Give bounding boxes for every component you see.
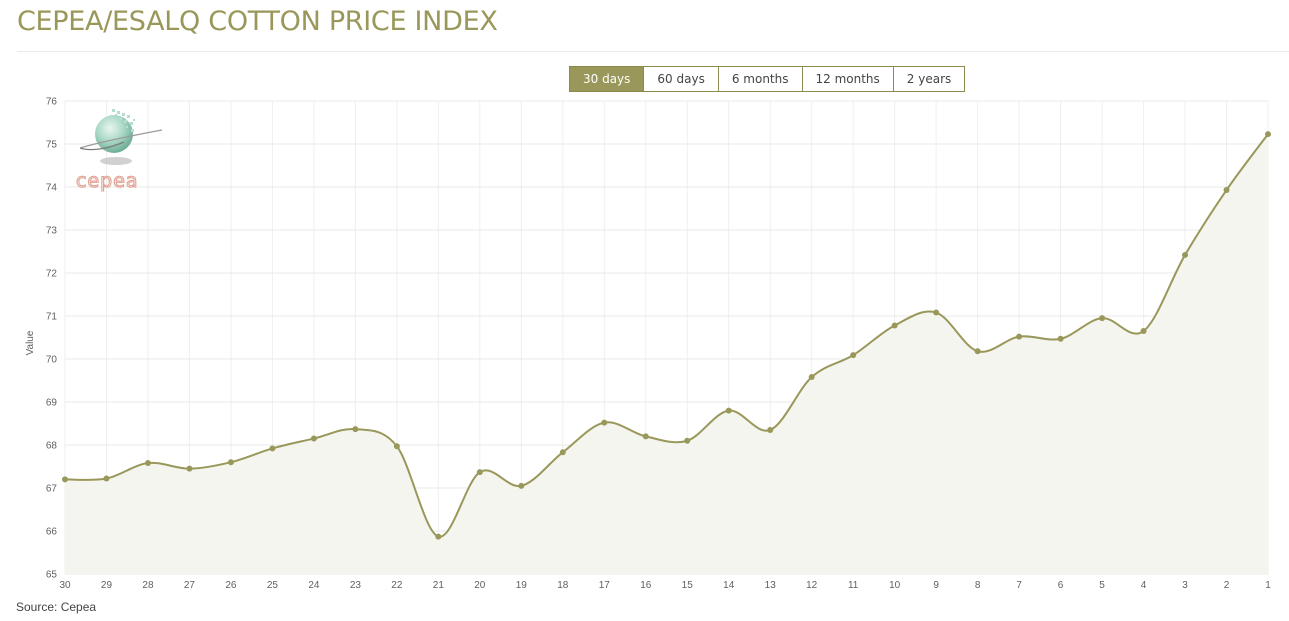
logo-text: cepea [76, 170, 139, 192]
data-point[interactable] [310, 435, 317, 442]
y-tick-label: 72 [46, 269, 58, 280]
data-point[interactable] [850, 352, 857, 359]
x-tick-label: 6 [1058, 580, 1064, 591]
y-tick-label: 65 [46, 570, 58, 581]
data-point[interactable] [1140, 328, 1147, 335]
y-tick-label: 66 [46, 527, 58, 538]
x-tick-label: 18 [557, 580, 569, 591]
y-tick-label: 67 [46, 484, 58, 495]
data-point[interactable] [601, 419, 608, 426]
data-point[interactable] [1223, 187, 1230, 194]
data-point[interactable] [808, 374, 815, 381]
x-tick-label: 29 [101, 580, 113, 591]
data-point[interactable] [393, 443, 400, 450]
globe-shadow [100, 157, 132, 165]
x-tick-label: 16 [640, 580, 652, 591]
x-tick-label: 25 [267, 580, 279, 591]
data-point[interactable] [518, 482, 525, 489]
tab-30-days[interactable]: 30 days [570, 67, 644, 91]
tab-60-days[interactable]: 60 days [643, 67, 718, 91]
tab-6-months[interactable]: 6 months [717, 67, 802, 91]
x-tick-label: 19 [516, 580, 528, 591]
tab-2-years[interactable]: 2 years [892, 67, 965, 91]
x-tick-label: 20 [474, 580, 486, 591]
data-point[interactable] [352, 426, 359, 433]
data-point[interactable] [891, 322, 898, 329]
data-point[interactable] [227, 459, 234, 466]
y-tick-label: 70 [46, 355, 58, 366]
cepea-logo: cepea [75, 109, 163, 193]
globe-icon [95, 115, 133, 153]
x-tick-label: 3 [1182, 580, 1188, 591]
price-chart: cepea 65 66 67 68 69 70 71 72 73 74 75 76 30 29 28 27 2… [0, 92, 1289, 596]
data-point[interactable] [435, 533, 442, 540]
data-point[interactable] [186, 465, 193, 472]
data-point[interactable] [559, 449, 566, 456]
data-point[interactable] [684, 437, 691, 444]
x-tick-label: 1 [1265, 580, 1271, 591]
x-tick-label: 26 [225, 580, 237, 591]
data-point[interactable] [62, 476, 68, 483]
x-tick-label: 27 [184, 580, 196, 591]
x-tick-label: 12 [806, 580, 818, 591]
x-tick-label: 5 [1099, 580, 1105, 591]
data-point[interactable] [725, 407, 732, 414]
y-tick-label: 76 [46, 97, 58, 108]
data-point[interactable] [1057, 335, 1064, 342]
y-axis: 65 66 67 68 69 70 71 72 73 74 75 76 [46, 97, 58, 581]
x-tick-label: 22 [391, 580, 403, 591]
y-tick-label: 74 [46, 183, 58, 194]
page-title: CEPEA/ESALQ COTTON PRICE INDEX [17, 6, 498, 37]
y-axis-label: Value [25, 330, 36, 355]
data-point[interactable] [144, 460, 151, 467]
x-tick-label: 7 [1016, 580, 1022, 591]
x-tick-label: 15 [682, 580, 694, 591]
tab-12-months[interactable]: 12 months [801, 67, 893, 91]
data-point[interactable] [269, 445, 276, 452]
x-tick-label: 21 [433, 580, 445, 591]
x-tick-label: 24 [308, 580, 320, 591]
data-point[interactable] [1016, 333, 1023, 340]
data-point[interactable] [103, 475, 110, 482]
x-tick-label: 9 [933, 580, 939, 591]
x-tick-label: 8 [975, 580, 981, 591]
data-point[interactable] [1265, 131, 1271, 138]
data-point[interactable] [974, 348, 981, 355]
y-tick-label: 71 [46, 312, 58, 323]
x-tick-label: 11 [848, 580, 859, 591]
x-axis: 30 29 28 27 26 25 24 23 22 21 20 19 18 17 16 15 14 13 12 11… [59, 580, 1271, 591]
x-tick-label: 23 [350, 580, 362, 591]
x-tick-label: 13 [765, 580, 777, 591]
data-point[interactable] [767, 426, 774, 433]
x-tick-label: 28 [142, 580, 154, 591]
x-tick-label: 14 [723, 580, 735, 591]
range-selector: 30 days 60 days 6 months 12 months 2 yea… [569, 66, 966, 92]
data-point[interactable] [1099, 315, 1106, 322]
source-note: Source: Cepea [16, 600, 97, 614]
data-point[interactable] [642, 433, 649, 440]
x-tick-label: 4 [1141, 580, 1147, 591]
x-tick-label: 10 [889, 580, 901, 591]
x-tick-label: 30 [59, 580, 71, 591]
title-divider [17, 51, 1289, 52]
chart-svg: cepea 656667686970717273747576 30 29 28 27 2… [25, 97, 1271, 592]
y-tick-label: 75 [46, 140, 58, 151]
x-tick-label: 17 [599, 580, 611, 591]
y-tick-label: 73 [46, 226, 58, 237]
y-tick-label: 69 [46, 398, 58, 409]
series-area [65, 134, 1268, 575]
data-point[interactable] [933, 309, 940, 316]
y-tick-label: 68 [46, 441, 58, 452]
data-point[interactable] [476, 469, 483, 476]
data-point[interactable] [1182, 251, 1189, 258]
x-tick-label: 2 [1224, 580, 1230, 591]
